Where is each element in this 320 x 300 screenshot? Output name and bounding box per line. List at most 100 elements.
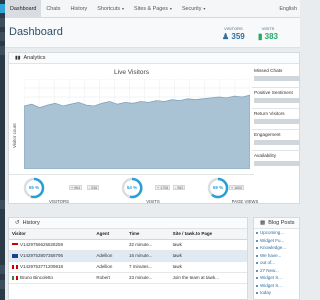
visits-value: ▮ 383 bbox=[258, 32, 278, 41]
site-cell: tawk bbox=[169, 250, 247, 262]
site-cell: tawk bbox=[169, 261, 247, 273]
flag-icon bbox=[12, 264, 18, 269]
visitor-name: V1429753807358795 bbox=[20, 253, 64, 258]
blog-post-link[interactable]: out of... bbox=[254, 259, 299, 267]
blog-post-link[interactable]: today bbox=[254, 289, 299, 297]
stat-return-visitors: Return Visitors bbox=[252, 108, 301, 129]
stat-bar bbox=[254, 119, 300, 124]
agent-cell: Robert bbox=[93, 272, 126, 284]
tab-label: Dashboard bbox=[10, 5, 37, 12]
stat-engagement: Engagement bbox=[252, 129, 301, 150]
visitors-gauge-value: 55 % bbox=[28, 185, 40, 190]
blog-post-link[interactable]: Upcoming... bbox=[254, 229, 299, 237]
visits-count: 383 bbox=[264, 32, 278, 41]
stat-bar bbox=[254, 98, 300, 103]
tab-label: Sites & Pages bbox=[134, 5, 168, 12]
column-header-agent[interactable]: Agent bbox=[93, 229, 126, 240]
stat-positive-sentiment: Positive Sentiment bbox=[252, 87, 301, 108]
flag-icon bbox=[12, 275, 18, 280]
visitor-name: V1429753771209818 bbox=[20, 264, 64, 269]
stat-label: Missed Chats bbox=[254, 68, 283, 73]
top-navigation: Dashboard Chats History Shortcuts ▾ Sites… bbox=[5, 0, 300, 18]
visitor-cell: V1429753771209818 bbox=[9, 261, 94, 273]
stat-bar bbox=[254, 140, 300, 145]
tab-sites-pages[interactable]: Sites & Pages ▾ bbox=[129, 0, 177, 18]
table-row[interactable]: V1429753807358795 Adellion 16 minute... … bbox=[9, 250, 247, 262]
tab-label: History bbox=[70, 5, 88, 12]
bars-icon: ▮ bbox=[258, 32, 263, 41]
chevron-down-icon: ▾ bbox=[122, 6, 125, 11]
blog-heading: ▩ Blog Posts bbox=[254, 218, 299, 229]
tab-label: Shortcuts bbox=[97, 5, 121, 12]
analytics-heading: ▮▮ Analytics bbox=[9, 53, 299, 64]
stat-bar bbox=[254, 161, 300, 166]
sidebar-nav-item[interactable] bbox=[0, 280, 5, 289]
analytics-heading-text: Analytics bbox=[23, 55, 46, 61]
visitor-cell: V1429756625828259 bbox=[9, 239, 94, 251]
agent-cell bbox=[93, 239, 126, 251]
column-header-site[interactable]: Site / tawk.to Page bbox=[169, 229, 247, 240]
visits-badge-down: - 962 bbox=[173, 185, 186, 190]
history-icon: ↺ bbox=[15, 220, 20, 226]
visitor-name: V1429756625828259 bbox=[20, 242, 64, 247]
blog-post-link[interactable]: 27 New... bbox=[254, 267, 299, 275]
column-header-visitor[interactable]: Visitor bbox=[9, 229, 94, 240]
visitor-cell: Bruno Bincoletto bbox=[9, 272, 94, 284]
visitors-stat: VISITORS ♟ 359 bbox=[222, 26, 245, 41]
bar-chart-icon: ▮▮ bbox=[15, 55, 21, 61]
rss-icon: ▩ bbox=[260, 220, 266, 226]
language-selector[interactable]: English bbox=[279, 6, 300, 12]
tab-label: Chats bbox=[46, 5, 61, 12]
visitor-cell: V1429753807358795 bbox=[9, 250, 94, 262]
visitors-gauge-label: VISITORS bbox=[49, 199, 69, 204]
blog-post-link[interactable]: Knowledge... bbox=[254, 244, 299, 252]
chevron-down-icon: ▾ bbox=[203, 6, 206, 11]
blog-heading-text: Blog Posts bbox=[268, 220, 295, 226]
visitor-name: Bruno Bincoletto bbox=[20, 275, 54, 280]
visits-label: VISITS bbox=[261, 26, 275, 31]
history-table: Visitor Agent Time Site / tawk.to Page V… bbox=[9, 229, 247, 284]
blog-post-link[interactable]: We have... bbox=[254, 252, 299, 260]
stat-label: Positive Sentiment bbox=[254, 90, 293, 95]
page-views-gauge-label: PAGE VIEWS bbox=[231, 199, 259, 204]
blog-posts-panel: ▩ Blog Posts Upcoming... Widget Fu... Kn… bbox=[253, 217, 300, 300]
table-row[interactable]: V1429756625828259 32 minute... tawk bbox=[9, 239, 247, 251]
tab-chats[interactable]: Chats bbox=[41, 0, 65, 18]
sidebar-nav-item[interactable] bbox=[0, 265, 5, 274]
right-stats-column: Missed Chats Positive Sentiment Return V… bbox=[252, 66, 301, 171]
tab-shortcuts[interactable]: Shortcuts ▾ bbox=[92, 0, 129, 18]
blog-post-link[interactable]: Widget Fu... bbox=[254, 237, 299, 245]
tab-history[interactable]: History bbox=[65, 0, 92, 18]
tab-dashboard[interactable]: Dashboard bbox=[5, 0, 42, 18]
blog-post-link[interactable]: Widget S... bbox=[254, 282, 299, 290]
table-row[interactable]: V1429753771209818 Adellion 7 minutes... … bbox=[9, 261, 247, 273]
chart-title: Live Visitors bbox=[114, 69, 149, 76]
stat-missed-chats: Missed Chats bbox=[252, 66, 301, 87]
time-cell: 16 minute... bbox=[125, 250, 170, 262]
tab-label: Security bbox=[181, 5, 202, 12]
page-header: Dashboard VISITORS ♟ 359 VISITS ▮ 383 bbox=[5, 18, 300, 48]
stat-label: Engagement bbox=[254, 132, 281, 137]
history-panel: ↺ History Visitor Agent Time Site / tawk… bbox=[8, 217, 248, 300]
stat-bar bbox=[254, 76, 300, 81]
chart-area-series bbox=[24, 94, 250, 169]
visits-stat: VISITS ▮ 383 bbox=[258, 26, 278, 41]
tab-security[interactable]: Security ▾ bbox=[177, 0, 211, 18]
chart-y-axis-label: Visitor count bbox=[12, 123, 17, 148]
user-icon: ♟ bbox=[222, 32, 230, 41]
visitors-label: VISITORS bbox=[224, 26, 243, 31]
table-row[interactable]: Bruno Bincoletto Robert 23 minute... Joi… bbox=[9, 272, 247, 284]
blog-post-link[interactable]: Widget S... bbox=[254, 274, 299, 282]
flag-icon bbox=[12, 253, 18, 258]
page-title: Dashboard bbox=[9, 26, 63, 38]
stat-availability: Availability bbox=[252, 150, 301, 171]
time-cell: 23 minute... bbox=[125, 272, 170, 284]
sidebar-nav-item[interactable] bbox=[0, 200, 5, 209]
column-header-time[interactable]: Time bbox=[125, 229, 170, 240]
live-visitors-series bbox=[24, 94, 250, 169]
stat-label: Return Visitors bbox=[254, 111, 285, 116]
visits-badge-up: + 1708 bbox=[155, 185, 171, 190]
stat-label: Availability bbox=[254, 153, 277, 158]
visitors-badge-up: + 964 bbox=[69, 185, 83, 190]
table-header-row: Visitor Agent Time Site / tawk.to Page bbox=[9, 229, 247, 240]
